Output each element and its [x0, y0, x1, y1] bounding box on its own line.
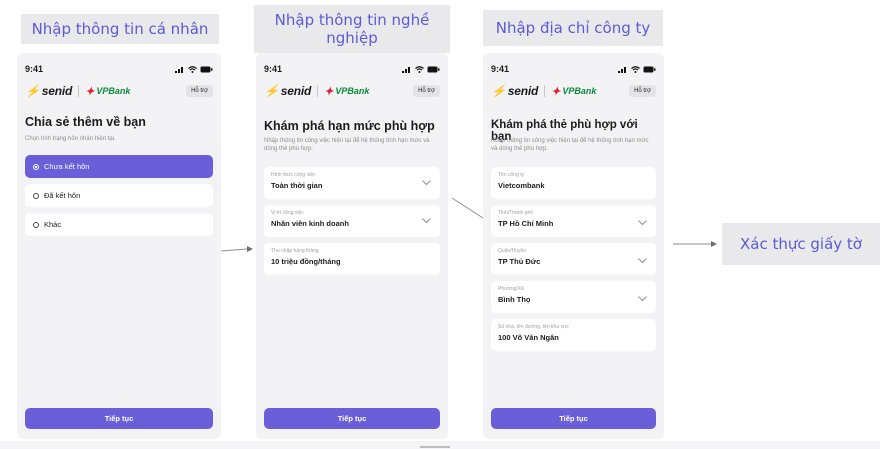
- option-single[interactable]: Chưa kết hôn: [25, 155, 213, 178]
- field-label: Thu nhập hàng tháng: [271, 248, 319, 254]
- senid-logo: ⚡ senid: [25, 84, 72, 98]
- page-subtitle: Chọn tình trạng hôn nhân hiện tại.: [25, 136, 116, 142]
- page-title: Khám phá hạn mức phù hợp: [264, 119, 435, 133]
- senid-wordmark: senid: [507, 84, 539, 98]
- signal-icon: [175, 66, 183, 73]
- vpbank-logo: ✦ VPBank: [551, 85, 596, 98]
- phone-screen-address: 9:41 ⚡ senid ✦ VPBank Hỗ trợ Khám phá thẻ …: [483, 53, 664, 439]
- signal-icon: [618, 66, 626, 73]
- signal-icon: [402, 66, 410, 73]
- company-name-field[interactable]: Tên công ty Vietcombank: [491, 167, 656, 199]
- app-header: ⚡ senid ✦ VPBank Hỗ trợ: [25, 83, 213, 99]
- radio-icon: [33, 192, 39, 199]
- step-label-job: Nhập thông tin nghề nghiệp: [254, 5, 450, 53]
- chevron-down-icon: [422, 218, 431, 224]
- monthly-income-field[interactable]: Thu nhập hàng tháng 10 triệu đồng/tháng: [264, 243, 440, 275]
- phone-screen-personal: 9:41 ⚡ senid ✦ VPBank Hỗ trợ Chia sẻ thêm …: [17, 53, 221, 439]
- senid-logo: ⚡ senid: [491, 84, 538, 98]
- field-label: Phường/Xã: [498, 286, 524, 292]
- field-label: Số nhà, tên đường, tên khu vực: [498, 324, 569, 330]
- field-label: Tên công ty: [498, 172, 525, 178]
- continue-button[interactable]: Tiếp tục: [264, 408, 440, 429]
- status-time: 9:41: [25, 64, 44, 74]
- city-dropdown[interactable]: Tỉnh/Thành phố TP Hồ Chí Minh: [491, 205, 656, 237]
- help-button[interactable]: Hỗ trợ: [186, 85, 213, 97]
- scroll-indicator[interactable]: [420, 446, 450, 448]
- street-address-field[interactable]: Số nhà, tên đường, tên khu vực 100 Võ Vă…: [491, 319, 656, 351]
- wifi-icon: [188, 65, 197, 73]
- bolt-icon: ⚡: [491, 84, 506, 98]
- job-position-dropdown[interactable]: Vị trí công việc Nhân viên kinh doanh: [264, 205, 440, 237]
- senid-wordmark: senid: [41, 84, 73, 98]
- help-button[interactable]: Hỗ trợ: [629, 85, 656, 97]
- vpbank-wordmark: VPBank: [562, 86, 597, 96]
- field-label: Hình thức công việc: [271, 172, 316, 178]
- vpbank-mark-icon: ✦: [551, 85, 561, 98]
- phone-screen-job: 9:41 ⚡ senid ✦ VPBank Hỗ trợ Khám phá hạn …: [256, 53, 448, 439]
- status-bar: 9:41: [25, 63, 213, 75]
- field-label: Vị trí công việc: [271, 210, 304, 216]
- help-button[interactable]: Hỗ trợ: [413, 85, 440, 97]
- senid-logo: ⚡ senid: [264, 84, 311, 98]
- page-title: Chia sẻ thêm về bạn: [25, 115, 146, 129]
- battery-icon: [643, 66, 656, 72]
- status-bar: 9:41: [264, 63, 440, 75]
- status-time: 9:41: [264, 64, 283, 74]
- page-subtitle: Nhập thông tin công việc hiện tại để hệ …: [264, 138, 430, 153]
- app-header: ⚡ senid ✦ VPBank Hỗ trợ: [264, 83, 440, 99]
- wifi-icon: [631, 65, 640, 73]
- vpbank-wordmark: VPBank: [96, 86, 131, 96]
- battery-icon: [427, 66, 440, 72]
- option-label: Chưa kết hôn: [44, 162, 90, 171]
- chevron-down-icon: [638, 258, 647, 264]
- option-label: Khác: [44, 220, 62, 229]
- vpbank-mark-icon: ✦: [324, 85, 334, 98]
- option-other[interactable]: Khác: [25, 213, 213, 236]
- radio-icon: [33, 221, 39, 228]
- chevron-down-icon: [638, 296, 647, 302]
- bolt-icon: ⚡: [264, 84, 279, 98]
- step-label-personal: Nhập thông tin cá nhân: [21, 14, 219, 44]
- continue-button[interactable]: Tiếp tục: [491, 408, 656, 429]
- senid-wordmark: senid: [280, 84, 312, 98]
- step-label-address: Nhập địa chỉ công ty: [483, 10, 663, 46]
- field-value: TP Thủ Đức: [498, 257, 541, 266]
- district-dropdown[interactable]: Quận/Huyện TP Thủ Đức: [491, 243, 656, 275]
- chevron-down-icon: [422, 180, 431, 186]
- page-subtitle: Nhập thông tin công việc hiện tại để hệ …: [491, 138, 649, 153]
- wifi-icon: [415, 65, 424, 73]
- vpbank-wordmark: VPBank: [335, 86, 370, 96]
- option-married[interactable]: Đã kết hôn: [25, 184, 213, 207]
- step-label-verify: Xác thực giấy tờ: [722, 223, 880, 265]
- divider: [544, 85, 546, 97]
- continue-button[interactable]: Tiếp tục: [25, 408, 213, 429]
- status-time: 9:41: [491, 64, 510, 74]
- vpbank-mark-icon: ✦: [85, 85, 95, 98]
- field-value: Nhân viên kinh doanh: [271, 219, 349, 228]
- field-label: Quận/Huyện: [498, 248, 527, 254]
- radio-selected-icon: [33, 163, 39, 170]
- option-label: Đã kết hôn: [44, 191, 81, 200]
- field-value: TP Hồ Chí Minh: [498, 219, 554, 228]
- field-value: 100 Võ Văn Ngân: [498, 333, 559, 342]
- field-value: 10 triệu đồng/tháng: [271, 257, 341, 266]
- work-type-dropdown[interactable]: Hình thức công việc Toàn thời gian: [264, 167, 440, 199]
- status-bar: 9:41: [491, 63, 656, 75]
- app-header: ⚡ senid ✦ VPBank Hỗ trợ: [491, 83, 656, 99]
- divider: [78, 85, 80, 97]
- vpbank-logo: ✦ VPBank: [85, 85, 130, 98]
- battery-icon: [200, 66, 213, 72]
- field-value: Bình Thọ: [498, 295, 531, 304]
- vpbank-logo: ✦ VPBank: [324, 85, 369, 98]
- field-value: Toàn thời gian: [271, 181, 323, 190]
- ward-dropdown[interactable]: Phường/Xã Bình Thọ: [491, 281, 656, 313]
- divider: [317, 85, 319, 97]
- bolt-icon: ⚡: [25, 84, 40, 98]
- field-label: Tỉnh/Thành phố: [498, 210, 534, 216]
- chevron-down-icon: [638, 220, 647, 226]
- field-value: Vietcombank: [498, 181, 545, 190]
